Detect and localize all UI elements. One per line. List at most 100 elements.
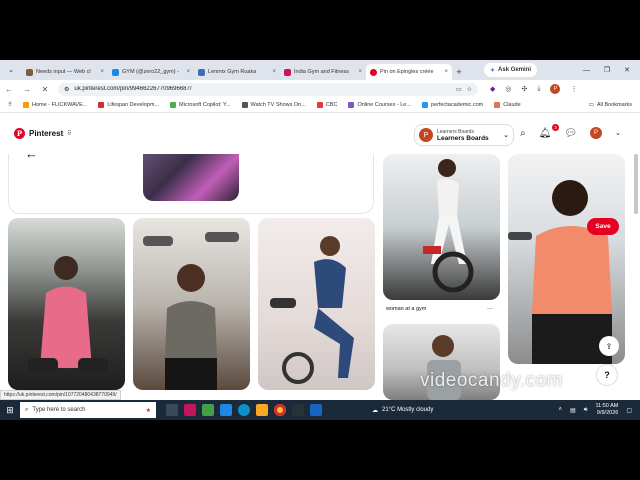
pinterest-favicon: [370, 68, 377, 76]
notification-badge: 3: [552, 124, 559, 131]
search-placeholder: Type here to search: [32, 407, 86, 413]
close-window-icon[interactable]: ✕: [624, 66, 630, 74]
taskbar-search[interactable]: ⌕ Type here to search ★: [20, 402, 156, 418]
pin-illustration: [143, 232, 239, 390]
tab-search-icon[interactable]: ⌄: [0, 60, 22, 80]
bookmark-item[interactable]: perfectacademic.com: [421, 102, 483, 108]
account-text: Learners Boards Learners Boards: [437, 129, 489, 142]
url-text[interactable]: uk.pinterest.com/pin/994662267709696687/: [74, 86, 451, 92]
volume-icon[interactable]: 🔊︎: [584, 407, 588, 414]
all-bookmarks[interactable]: ▭ All Bookmarks: [589, 102, 632, 108]
chrome-icon[interactable]: [274, 404, 286, 416]
pin-image-hovered[interactable]: [508, 154, 625, 364]
tab-0[interactable]: Needs input — Web cl ×: [22, 64, 108, 80]
account-avatar: P: [419, 128, 433, 142]
app-icon[interactable]: [184, 404, 196, 416]
task-view-icon[interactable]: [166, 404, 178, 416]
edge-icon[interactable]: [238, 404, 250, 416]
bookmark-item[interactable]: Watch TV Shows On...: [241, 102, 306, 108]
bookmark-star-icon[interactable]: ☆: [467, 86, 472, 93]
search-icon[interactable]: ⌕: [520, 128, 526, 139]
close-icon[interactable]: ×: [444, 69, 448, 75]
notification-center-icon[interactable]: ▢: [626, 407, 632, 414]
extension-icon[interactable]: ◆: [490, 85, 495, 93]
bookmark-favicon: [98, 102, 105, 108]
ask-gemini-label: Ask Gemini: [498, 67, 532, 73]
tab-2[interactable]: Lenmix Gym Ruaka ×: [194, 64, 280, 80]
bookmark-item[interactable]: Lifespan Developm...: [98, 102, 159, 108]
bookmark-item[interactable]: Microsoft Copilot: Y...: [170, 102, 231, 108]
extensions-puzzle-icon[interactable]: ✣: [522, 85, 528, 93]
close-icon[interactable]: ×: [100, 69, 104, 75]
tray-chevron-icon[interactable]: ˄: [559, 407, 563, 413]
bookmark-item[interactable]: Home - FLICKWAVE...: [23, 102, 87, 108]
profile-avatar[interactable]: P: [550, 84, 561, 94]
apps-grid-icon[interactable]: ⠿: [8, 102, 12, 108]
bookmark-favicon: [348, 102, 355, 108]
pin-image[interactable]: [8, 218, 125, 390]
tab-label: India Gym and Fitness: [294, 69, 350, 75]
grid-menu-icon[interactable]: ⠿: [67, 130, 71, 137]
pinterest-logo[interactable]: P Pinterest ⠿: [14, 128, 72, 139]
taskbar-apps: [166, 404, 322, 416]
account-name: Learners Boards: [437, 134, 489, 142]
chevron-down-icon[interactable]: ⌄: [615, 129, 621, 137]
search-icon: ⌕: [25, 406, 29, 413]
network-icon[interactable]: ▤: [570, 407, 576, 414]
scrollbar[interactable]: [634, 154, 638, 214]
install-icon[interactable]: ▭: [456, 86, 462, 93]
windows-start-icon[interactable]: ⊞: [0, 405, 20, 416]
forward-icon[interactable]: →: [18, 85, 36, 94]
back-arrow-icon[interactable]: ←: [25, 154, 38, 161]
app-icon[interactable]: [202, 404, 214, 416]
tab-4-active[interactable]: Pin on Epingles créée ×: [366, 64, 452, 80]
menu-dots-icon[interactable]: ⋮: [570, 85, 577, 93]
save-button[interactable]: Save: [587, 218, 619, 235]
messages-icon[interactable]: 💬︎: [564, 128, 577, 139]
mail-icon[interactable]: [220, 404, 232, 416]
bookmark-item[interactable]: CBC: [316, 102, 337, 108]
back-icon[interactable]: ←: [0, 85, 18, 94]
pin-image[interactable]: [133, 218, 250, 390]
bookmark-item[interactable]: Claude: [494, 102, 521, 108]
tab-favicon: [112, 68, 119, 76]
help-icon[interactable]: ?: [596, 364, 618, 386]
notifications-bell-icon[interactable]: 🔔︎: [539, 128, 552, 139]
minimize-icon[interactable]: —: [583, 67, 590, 74]
share-icon[interactable]: ⇪: [599, 336, 619, 356]
extension-icon[interactable]: ◎: [505, 85, 511, 93]
bookmark-favicon: [23, 102, 30, 108]
word-icon[interactable]: [310, 404, 322, 416]
new-tab-button[interactable]: +: [452, 64, 466, 80]
download-icon[interactable]: ⤓: [537, 85, 540, 93]
app-icon[interactable]: [292, 404, 304, 416]
pin-caption[interactable]: woman at a gym: [386, 306, 426, 312]
pin-image[interactable]: [143, 154, 239, 201]
bookmark-label: Home - FLICKWAVE...: [32, 102, 88, 108]
chevron-down-icon: ⌄: [503, 132, 509, 139]
gemini-icon: ✦: [490, 67, 496, 74]
close-icon[interactable]: ×: [272, 69, 276, 75]
tab-3[interactable]: India Gym and Fitness ×: [280, 64, 366, 80]
screen: ⌄ Needs input — Web cl × GYM (@zero22_gy…: [0, 60, 640, 420]
profile-avatar[interactable]: P: [590, 127, 603, 139]
pin-image[interactable]: [383, 154, 500, 300]
site-info-icon[interactable]: ⚙: [64, 86, 69, 93]
file-explorer-icon[interactable]: [256, 404, 268, 416]
pin-image[interactable]: [258, 218, 375, 390]
pin-illustration: [423, 159, 474, 293]
restore-icon[interactable]: ❐: [604, 66, 610, 74]
more-options-icon[interactable]: ...: [487, 304, 493, 311]
weather-widget[interactable]: ☁ 21°C Mostly cloudy: [372, 407, 433, 414]
header-icons: ⌕ 🔔︎ 3 💬︎ P ⌄: [520, 124, 621, 139]
address-bar[interactable]: ⚙ uk.pinterest.com/pin/99466226770969668…: [58, 82, 478, 96]
account-switcher[interactable]: P Learners Boards Learners Boards ⌄: [414, 124, 514, 146]
close-icon[interactable]: ×: [358, 69, 362, 75]
ask-gemini-button[interactable]: ✦ Ask Gemini: [484, 63, 538, 77]
clock[interactable]: 11:50 AM 9/9/2026: [595, 403, 618, 417]
close-icon[interactable]: ×: [186, 69, 190, 75]
clock-date: 9/9/2026: [596, 410, 619, 416]
stop-icon[interactable]: ✕: [36, 85, 54, 94]
bookmark-item[interactable]: Online Courses - Le...: [348, 102, 411, 108]
tab-1[interactable]: GYM (@zero22_gym) - ×: [108, 64, 194, 80]
